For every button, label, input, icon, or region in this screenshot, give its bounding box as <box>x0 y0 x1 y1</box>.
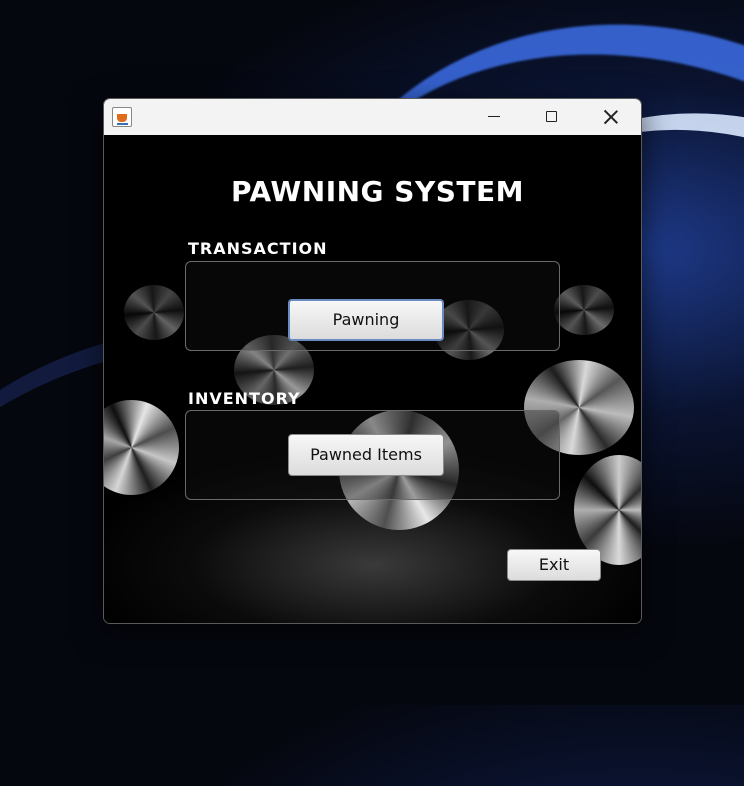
minimize-icon <box>488 116 500 117</box>
diamond-image <box>554 285 614 335</box>
close-icon <box>604 110 618 124</box>
java-cup-icon[interactable] <box>112 107 132 127</box>
title-bar[interactable] <box>104 99 641 135</box>
diamond-image <box>104 400 179 495</box>
page-title: PAWNING SYSTEM <box>231 175 524 208</box>
app-window: PAWNING SYSTEM TRANSACTION Pawning INVEN… <box>103 98 642 624</box>
maximize-button[interactable] <box>523 99 581 135</box>
inventory-label: INVENTORY <box>188 389 301 408</box>
minimize-button[interactable] <box>465 99 523 135</box>
exit-button[interactable]: Exit <box>507 549 601 581</box>
maximize-icon <box>546 111 557 122</box>
pawned-items-button[interactable]: Pawned Items <box>288 434 444 476</box>
content-pane: PAWNING SYSTEM TRANSACTION Pawning INVEN… <box>104 135 641 623</box>
transaction-label: TRANSACTION <box>188 239 328 258</box>
diamond-image <box>124 285 184 340</box>
close-button[interactable] <box>582 99 640 135</box>
pawning-button[interactable]: Pawning <box>288 299 444 341</box>
